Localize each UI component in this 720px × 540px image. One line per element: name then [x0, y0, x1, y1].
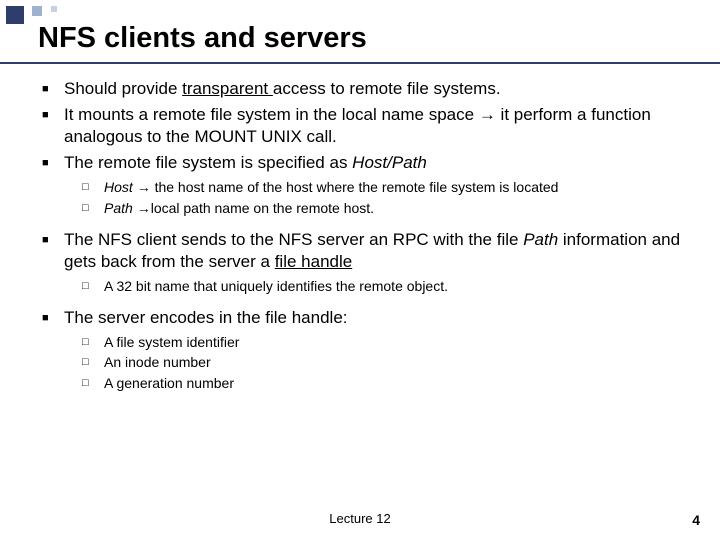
footer-page-number: 4: [692, 512, 700, 528]
title-underline: [0, 62, 720, 64]
slide-title: NFS clients and servers: [38, 22, 367, 55]
bullet-icon: ■: [42, 307, 64, 329]
bullet-text: The remote file system is specified as H…: [64, 152, 690, 174]
arrow-icon: →: [479, 105, 496, 124]
text-run: Should provide: [64, 79, 182, 98]
bullet-icon: ■: [42, 229, 64, 273]
bullet-text: The server encodes in the file handle:: [64, 307, 690, 329]
sub-bullet-text: Host → the host name of the host where t…: [104, 178, 690, 196]
bullet-icon: ■: [42, 152, 64, 174]
bullet-4a: □ A 32 bit name that uniquely identifies…: [82, 277, 690, 295]
sub-bullet-icon: □: [82, 353, 104, 371]
sub-bullet-icon: □: [82, 333, 104, 351]
text-run-italic: Host: [104, 179, 137, 195]
text-run-underlined: file handle: [275, 252, 353, 271]
bullet-text: It mounts a remote file system in the lo…: [64, 104, 690, 148]
deco-square-large: [6, 6, 24, 24]
sub-bullet-icon: □: [82, 178, 104, 196]
bullet-5b: □ An inode number: [82, 353, 690, 371]
sub-bullet-text: An inode number: [104, 353, 690, 371]
text-run-underlined: transparent: [182, 79, 273, 98]
arrow-icon: →: [137, 179, 151, 195]
text-run: local path name on the remote host.: [151, 200, 374, 216]
bullet-1: ■ Should provide transparent access to r…: [42, 78, 690, 100]
bullet-icon: ■: [42, 104, 64, 148]
text-run: The remote file system is specified as: [64, 153, 352, 172]
bullet-4: ■ The NFS client sends to the NFS server…: [42, 229, 690, 273]
bullet-5a: □ A file system identifier: [82, 333, 690, 351]
bullet-3a: □ Host → the host name of the host where…: [82, 178, 690, 196]
bullet-text: Should provide transparent access to rem…: [64, 78, 690, 100]
bullet-3: ■ The remote file system is specified as…: [42, 152, 690, 174]
text-run: the host name of the host where the remo…: [151, 179, 559, 195]
text-run: access to remote file systems.: [273, 79, 501, 98]
text-run: It mounts a remote file system in the lo…: [64, 105, 479, 124]
sub-bullet-text: Path →local path name on the remote host…: [104, 199, 690, 217]
sub-bullet-text: A generation number: [104, 374, 690, 392]
slide-body: ■ Should provide transparent access to r…: [42, 78, 690, 394]
arrow-icon: →: [137, 200, 151, 216]
bullet-icon: ■: [42, 78, 64, 100]
deco-square-small: [51, 6, 57, 12]
bullet-5c: □ A generation number: [82, 374, 690, 392]
bullet-text: The NFS client sends to the NFS server a…: [64, 229, 690, 273]
deco-square-medium: [32, 6, 42, 16]
footer-lecture-label: Lecture 12: [0, 511, 720, 526]
bullet-5: ■ The server encodes in the file handle:: [42, 307, 690, 329]
text-run: The NFS client sends to the NFS server a…: [64, 230, 523, 249]
bullet-3b: □ Path →local path name on the remote ho…: [82, 199, 690, 217]
sub-bullet-icon: □: [82, 277, 104, 295]
bullet-2: ■ It mounts a remote file system in the …: [42, 104, 690, 148]
sub-bullet-text: A file system identifier: [104, 333, 690, 351]
text-run-italic: Path: [104, 200, 137, 216]
slide: NFS clients and servers ■ Should provide…: [0, 0, 720, 540]
text-run-italic: Host/Path: [352, 153, 427, 172]
sub-bullet-icon: □: [82, 199, 104, 217]
sub-bullet-text: A 32 bit name that uniquely identifies t…: [104, 277, 690, 295]
sub-bullet-icon: □: [82, 374, 104, 392]
text-run-italic: Path: [523, 230, 558, 249]
